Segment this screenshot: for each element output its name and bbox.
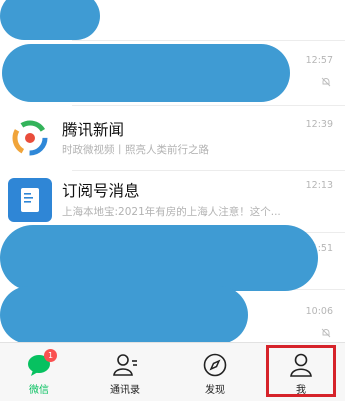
- subscription-avatar: [8, 178, 52, 222]
- mute-bell-icon: [321, 77, 331, 87]
- chat-preview: 时政微视频丨照亮人类前行之路: [62, 144, 209, 156]
- redaction-blob: [0, 0, 100, 40]
- mute-bell-icon: [321, 328, 331, 338]
- tab-chats[interactable]: 1 微信: [4, 343, 74, 401]
- chat-row-tencent-news[interactable]: 腾讯新闻 时政微视频丨照亮人类前行之路 12:39: [0, 106, 345, 170]
- tencent-news-logo-icon: [12, 120, 48, 156]
- chat-title: 订阅号消息: [62, 182, 140, 200]
- chat-time: 12:57: [305, 55, 333, 66]
- tab-contacts[interactable]: 通讯录: [90, 343, 160, 401]
- redaction-blob: [0, 225, 318, 291]
- tencent-news-avatar: [8, 116, 52, 160]
- chat-time: 12:13: [305, 180, 333, 191]
- tab-label: 发现: [205, 385, 225, 396]
- tab-discover[interactable]: 发现: [180, 343, 250, 401]
- chat-title: 腾讯新闻: [62, 121, 125, 139]
- chat-row-subscriptions[interactable]: 订阅号消息 上海本地宝:2021年有房的上海人注意！这个... 12:13: [0, 171, 345, 231]
- document-icon: [21, 188, 39, 212]
- tab-label: 微信: [29, 385, 49, 396]
- chat-list: 12:57 腾讯新闻 时政微视频丨照亮人类前行之路 12:39 订阅号消息 上海…: [0, 0, 345, 344]
- unread-badge: 1: [44, 349, 57, 362]
- redaction-blob: [0, 286, 248, 344]
- highlight-box: [266, 345, 336, 397]
- compass-icon: [203, 353, 227, 377]
- chat-time: 12:39: [305, 119, 333, 130]
- redaction-blob: [2, 44, 290, 102]
- chat-preview: 上海本地宝:2021年有房的上海人注意！这个...: [62, 206, 281, 218]
- contacts-icon: [113, 354, 137, 376]
- tab-label: 通讯录: [110, 385, 140, 396]
- chat-time: 10:06: [305, 306, 333, 317]
